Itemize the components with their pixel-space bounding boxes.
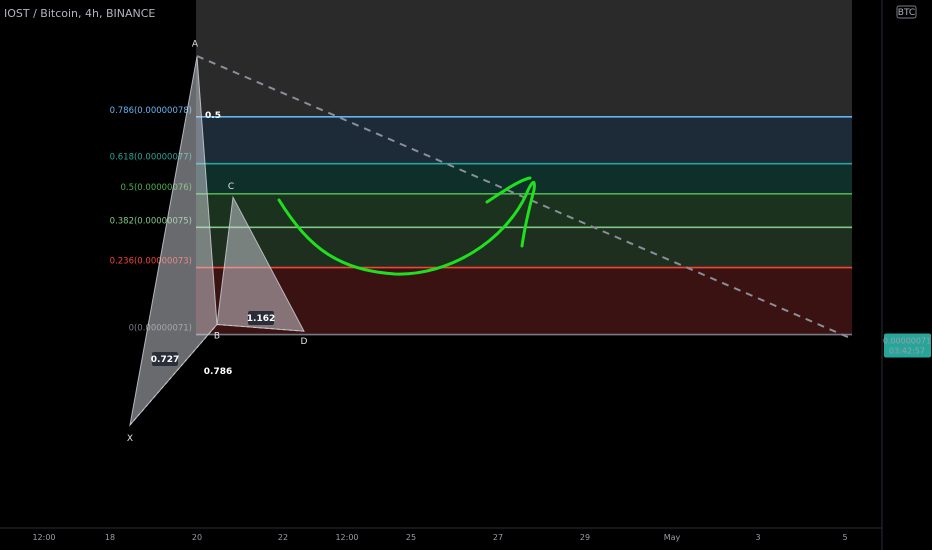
price-chart[interactable]: 1(0.00000080)0.786(0.00000078)0.618(0.00… [0, 0, 932, 550]
pattern-ratio-1.162: 1.162 [247, 314, 275, 324]
currency-badge-label: BTC [898, 8, 915, 18]
pattern-ratio-0.727: 0.727 [151, 355, 179, 365]
x-tick-label: 18 [105, 533, 115, 542]
fib-zone-fills [196, 0, 852, 335]
pattern-point-C: C [228, 182, 234, 192]
x-tick-label: 12:00 [335, 533, 358, 542]
x-tick-label: May [664, 533, 681, 542]
pattern-point-D: D [301, 337, 308, 347]
x-tick-label: 3 [755, 533, 760, 542]
x-tick-label: 20 [192, 533, 202, 542]
pattern-ratio-0.786: 0.786 [204, 367, 232, 377]
fib-zone-1 [196, 0, 852, 117]
bar-countdown: 03:42:57 [889, 347, 925, 356]
fib-zone-0.786 [196, 116, 852, 164]
x-tick-label: 22 [278, 533, 288, 542]
chart-title: IOST / Bitcoin, 4h, BINANCE [4, 7, 156, 20]
pattern-point-A: A [192, 40, 199, 50]
x-tick-label: 29 [580, 533, 590, 542]
pattern-ratio-0.5: 0.5 [205, 111, 221, 121]
pattern-point-B: B [214, 332, 220, 342]
y-axis-panel [882, 0, 932, 550]
x-tick-label: 12:00 [32, 533, 55, 542]
x-tick-label: 25 [406, 533, 416, 542]
x-tick-label: 27 [493, 533, 503, 542]
x-tick-label: 5 [842, 533, 847, 542]
last-price-value: 0.00000071 [883, 337, 931, 346]
fib-label-0.786: 0.786(0.00000078) [110, 106, 192, 116]
pattern-point-X: X [127, 434, 133, 444]
